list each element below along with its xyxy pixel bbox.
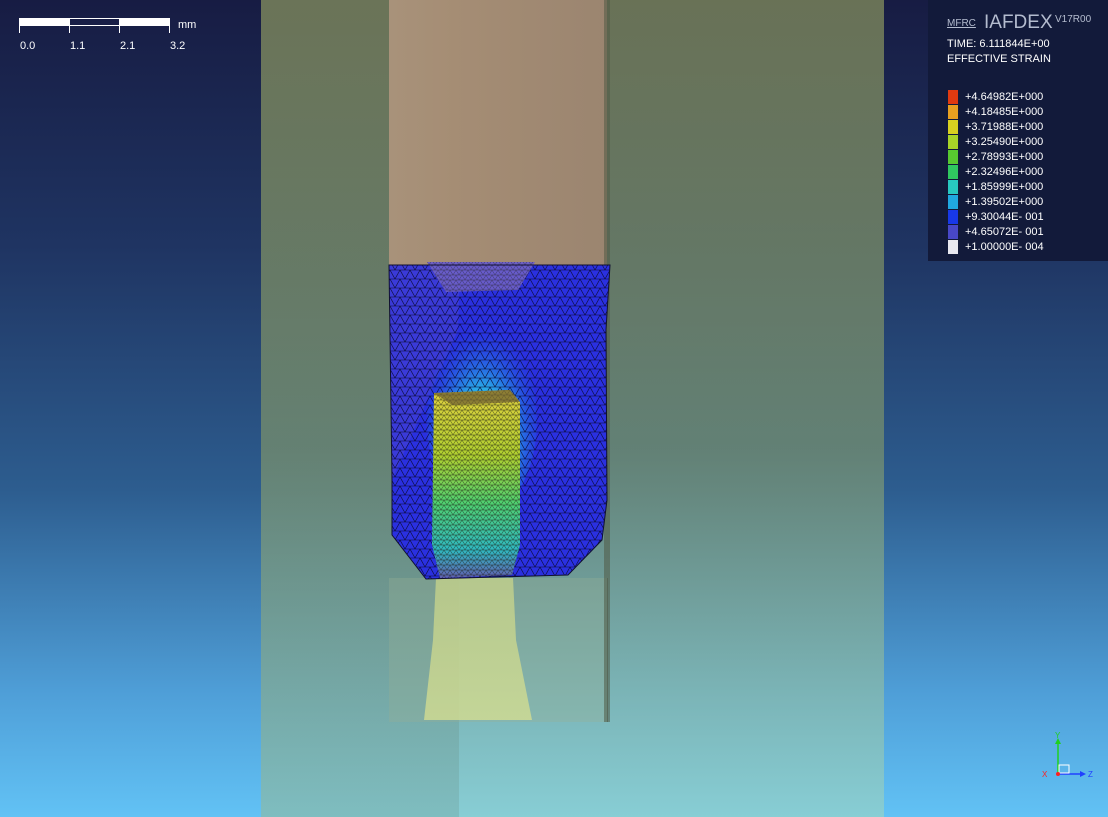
legend-swatch	[948, 150, 958, 164]
variable-name: EFFECTIVE STRAIN	[947, 53, 1051, 65]
legend-value: +3.25490E+000	[965, 136, 1044, 148]
scale-label: 1.1	[70, 40, 86, 52]
legend-value: +2.78993E+000	[965, 151, 1044, 163]
axis-triad-icon[interactable]: Y Z X	[1040, 732, 1096, 780]
legend-value: +1.39502E+000	[965, 196, 1044, 208]
legend-value: +9.30044E- 001	[965, 211, 1044, 223]
legend-swatch	[948, 225, 958, 239]
scale-tick	[19, 26, 20, 33]
result-legend: MFRC IAFDEX V17R00 TIME: 6.111844E+00 EF…	[928, 0, 1108, 261]
legend-swatch	[948, 105, 958, 119]
axis-label-x: X	[1042, 770, 1048, 779]
legend-value: +2.32496E+000	[965, 166, 1044, 178]
scale-tick	[69, 26, 70, 33]
legend-swatch	[948, 210, 958, 224]
legend-swatch	[948, 90, 958, 104]
legend-value: +4.65072E- 001	[965, 226, 1044, 238]
legend-value: +3.71988E+000	[965, 121, 1044, 133]
scale-label: 2.1	[120, 40, 136, 52]
brand-prefix: MFRC	[947, 18, 976, 29]
legend-swatch	[948, 240, 958, 254]
version-label: V17R00	[1055, 14, 1092, 25]
brand-name: IAFDEX	[984, 12, 1053, 33]
legend-value: +1.00000E- 004	[965, 241, 1044, 253]
legend-value: +1.85999E+000	[965, 181, 1044, 193]
legend-swatch	[948, 135, 958, 149]
legend-swatch	[948, 195, 958, 209]
time-readout: TIME: 6.111844E+00	[947, 38, 1050, 50]
legend-swatch	[948, 165, 958, 179]
scale-unit: mm	[178, 19, 197, 31]
scale-segment	[119, 18, 170, 26]
legend-value: +4.64982E+000	[965, 91, 1044, 103]
graphics-viewport[interactable]: 0.0 1.1 2.1 3.2 mm MFRC IAFDEX V17R00 TI…	[0, 0, 1108, 817]
axis-label-y: Y	[1055, 732, 1061, 740]
scale-tick	[169, 26, 170, 33]
scale-segment	[19, 18, 70, 26]
scale-label: 0.0	[20, 40, 36, 52]
legend-swatch	[948, 180, 958, 194]
legend-swatch	[948, 120, 958, 134]
scale-label: 3.2	[170, 40, 186, 52]
scale-segment	[69, 18, 120, 26]
legend-value: +4.18485E+000	[965, 106, 1044, 118]
scale-tick	[119, 26, 120, 33]
axis-label-z: Z	[1088, 770, 1093, 779]
